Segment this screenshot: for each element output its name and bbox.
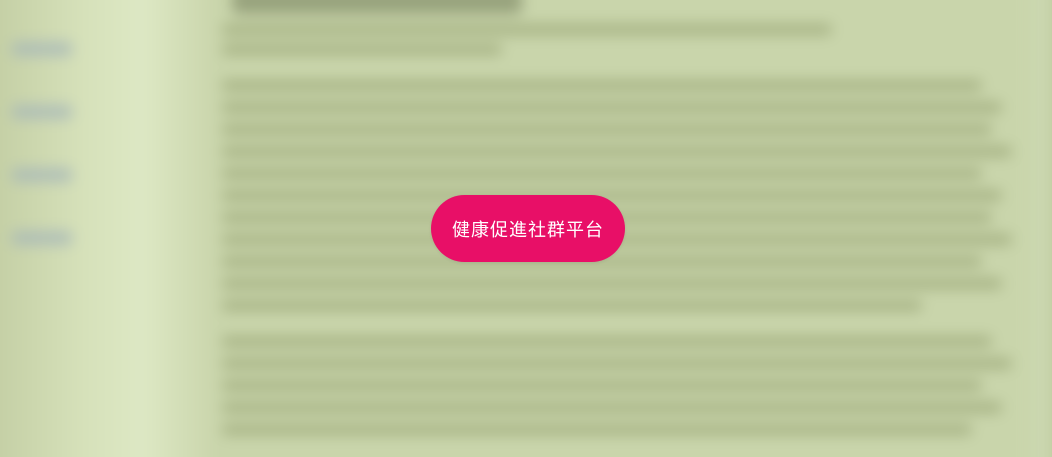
blurred-text-line <box>222 358 1012 369</box>
blurred-text-line <box>222 380 982 391</box>
blurred-text-line <box>222 146 1012 157</box>
blurred-sidebar <box>0 0 212 457</box>
blurred-text-line <box>222 24 832 35</box>
blurred-text-line <box>222 402 1002 413</box>
blurred-text-line <box>222 124 992 135</box>
blurred-sidebar-link <box>12 105 72 119</box>
blurred-text-line <box>222 300 922 311</box>
blurred-text-line <box>222 80 982 91</box>
blurred-text-line <box>222 336 992 347</box>
blurred-text-line <box>222 190 1002 201</box>
platform-entry-button-label: 健康促進社群平台 <box>452 219 604 241</box>
blurred-heading <box>232 0 522 14</box>
blurred-sidebar-link <box>12 168 72 182</box>
platform-entry-button[interactable]: 健康促進社群平台 <box>431 195 625 262</box>
blurred-sidebar-link <box>12 231 72 245</box>
blurred-sidebar-link <box>12 42 72 56</box>
blurred-text-line <box>222 278 1002 289</box>
blurred-text-line <box>222 424 972 435</box>
blurred-text-line <box>222 44 502 55</box>
blurred-text-line <box>222 102 1002 113</box>
blurred-text-line <box>222 168 982 179</box>
